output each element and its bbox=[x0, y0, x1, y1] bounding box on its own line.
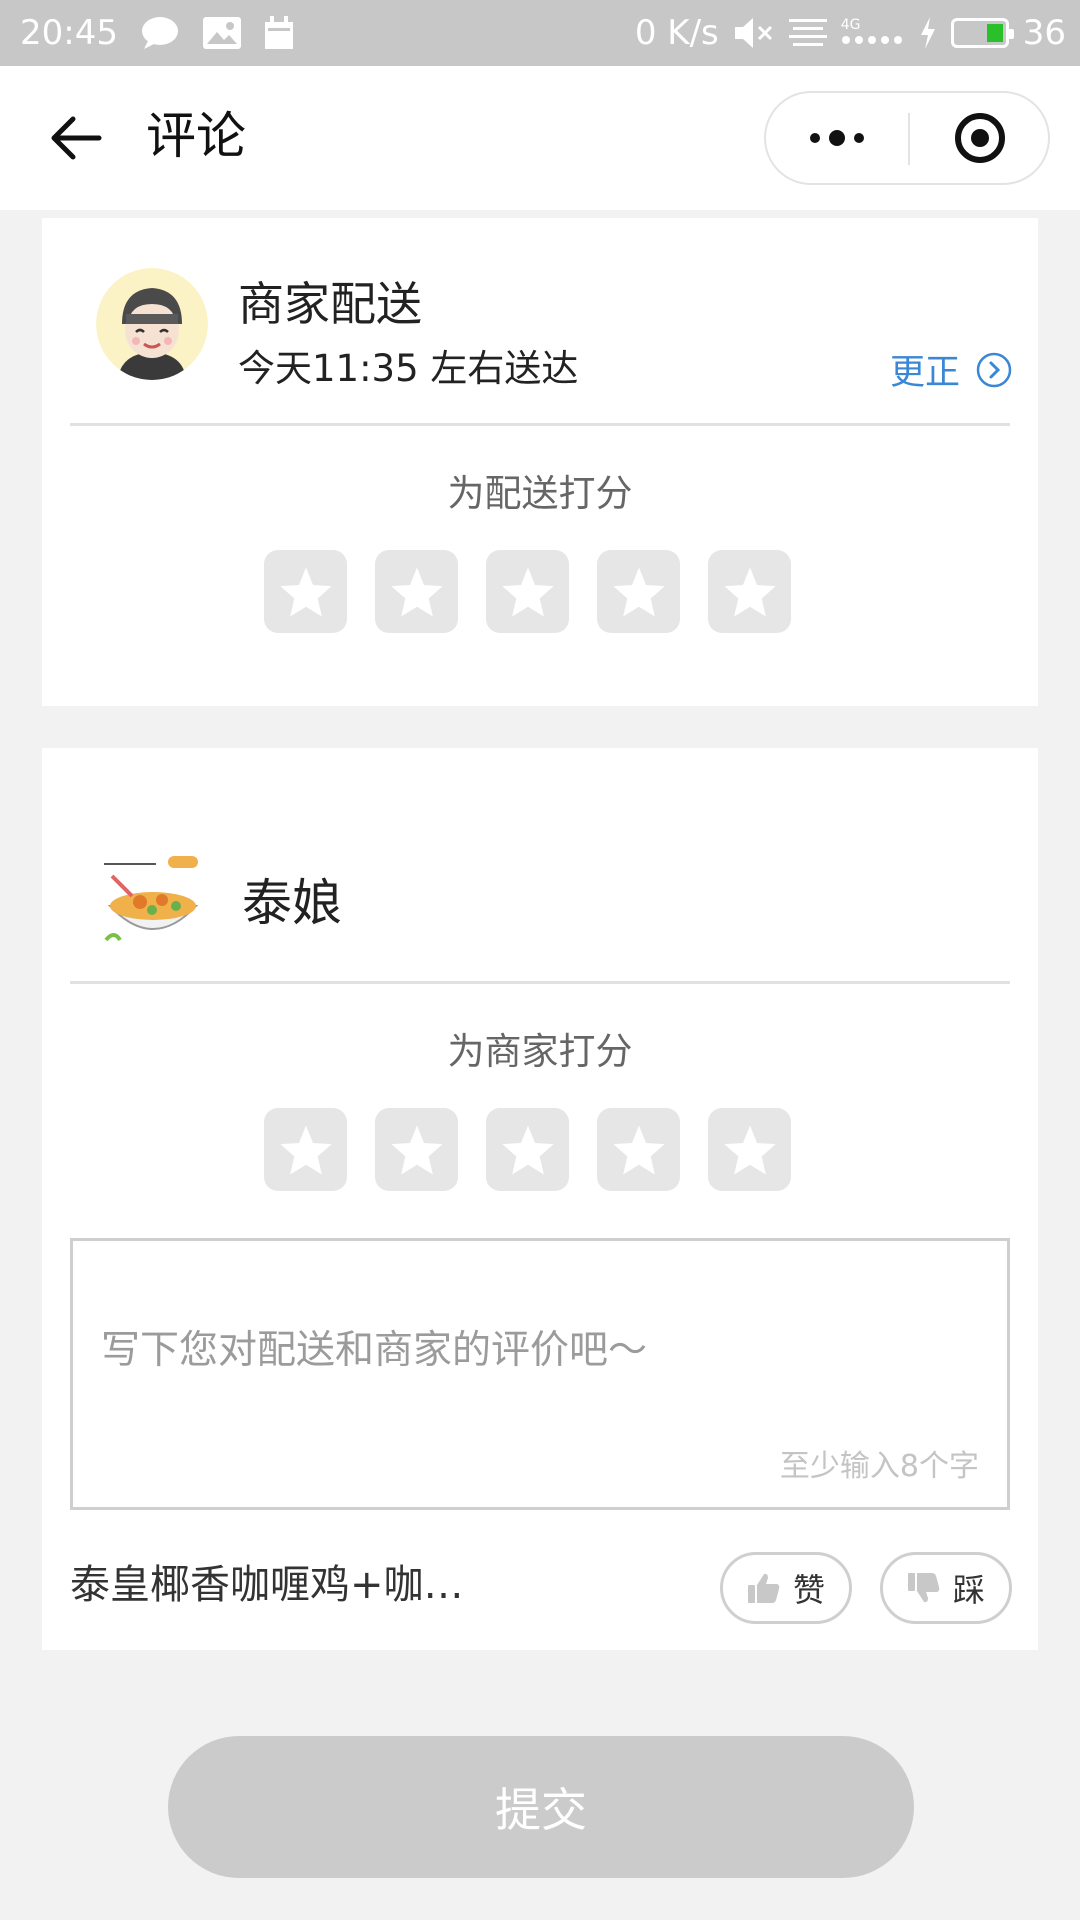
data-icon bbox=[788, 17, 827, 49]
delivery-star-1[interactable] bbox=[264, 550, 347, 633]
merchant-star-4[interactable] bbox=[597, 1108, 680, 1191]
arrow-left-icon bbox=[51, 116, 102, 160]
star-icon bbox=[390, 567, 443, 616]
chat-bubble-icon bbox=[140, 15, 180, 51]
battery-icon bbox=[950, 18, 1014, 48]
chevron-right-circle-icon bbox=[976, 352, 1012, 387]
delivery-star-2[interactable] bbox=[375, 550, 458, 633]
merchant-card: 泰娘 为商家打分 写下您对配送和商家的评价吧～ 至少输入8个字 泰皇椰香咖喱鸡+… bbox=[42, 748, 1038, 1650]
thumbs-up-icon bbox=[747, 1573, 780, 1603]
signal-icon: 4G bbox=[841, 18, 905, 48]
rider-avatar bbox=[96, 268, 208, 380]
merchant-star-1[interactable] bbox=[264, 1108, 347, 1191]
delivery-star-3[interactable] bbox=[486, 550, 569, 633]
star-icon bbox=[279, 1125, 332, 1174]
image-icon bbox=[202, 16, 242, 50]
merchant-star-5[interactable] bbox=[708, 1108, 791, 1191]
merchant-name: 泰娘 bbox=[242, 874, 342, 932]
page-title: 评论 bbox=[146, 107, 246, 165]
like-button[interactable]: 赞 bbox=[720, 1552, 852, 1624]
charging-icon bbox=[919, 17, 937, 49]
delivery-type: 商家配送 bbox=[238, 277, 422, 331]
star-icon bbox=[390, 1125, 443, 1174]
mini-program-capsule bbox=[764, 91, 1050, 185]
like-label: 赞 bbox=[792, 1571, 825, 1609]
star-icon bbox=[612, 1125, 665, 1174]
star-icon bbox=[723, 567, 776, 616]
close-button[interactable] bbox=[910, 93, 1050, 183]
submit-button[interactable]: 提交 bbox=[168, 1736, 914, 1878]
more-button[interactable] bbox=[766, 93, 908, 183]
min-length-hint: 至少输入8个字 bbox=[779, 1449, 979, 1484]
delivery-star-4[interactable] bbox=[597, 550, 680, 633]
thumbs-down-icon bbox=[907, 1573, 940, 1603]
mute-icon bbox=[733, 16, 775, 50]
status-bar: 20:45 0 K/s 4G 36 bbox=[0, 0, 1080, 66]
divider bbox=[70, 981, 1010, 984]
delivery-star-rating bbox=[264, 550, 791, 633]
network-type: 4G bbox=[840, 17, 861, 33]
merchant-star-rating bbox=[264, 1108, 791, 1191]
dislike-label: 踩 bbox=[952, 1571, 985, 1609]
change-eta-link[interactable]: 更正 bbox=[890, 344, 1012, 395]
delivery-eta: 今天11:35 左右送达 bbox=[238, 347, 579, 390]
nav-bar: 评论 bbox=[0, 66, 1080, 210]
calendar-icon bbox=[264, 16, 294, 50]
review-textarea[interactable]: 写下您对配送和商家的评价吧～ 至少输入8个字 bbox=[70, 1238, 1010, 1510]
more-dots-icon bbox=[810, 130, 864, 146]
star-icon bbox=[723, 1125, 776, 1174]
delivery-rate-label: 为配送打分 bbox=[447, 472, 633, 515]
dislike-button[interactable]: 踩 bbox=[880, 1552, 1012, 1624]
star-icon bbox=[501, 1125, 554, 1174]
star-icon bbox=[279, 567, 332, 616]
merchant-logo bbox=[96, 844, 210, 958]
star-icon bbox=[612, 567, 665, 616]
delivery-star-5[interactable] bbox=[708, 550, 791, 633]
back-button[interactable] bbox=[44, 106, 108, 170]
clock: 20:45 bbox=[20, 13, 118, 53]
merchant-rate-label: 为商家打分 bbox=[447, 1030, 633, 1073]
divider bbox=[70, 423, 1010, 426]
merchant-star-2[interactable] bbox=[375, 1108, 458, 1191]
review-placeholder: 写下您对配送和商家的评价吧～ bbox=[101, 1328, 648, 1373]
network-speed: 0 K/s bbox=[634, 13, 719, 53]
target-close-icon bbox=[955, 113, 1005, 163]
change-eta-label: 更正 bbox=[889, 353, 960, 393]
delivery-card: 商家配送 今天11:35 左右送达 更正 为配送打分 bbox=[42, 218, 1038, 706]
battery-level: 36 bbox=[1022, 13, 1066, 53]
dish-name: 泰皇椰香咖喱鸡+咖… bbox=[70, 1562, 464, 1608]
merchant-star-3[interactable] bbox=[486, 1108, 569, 1191]
star-icon bbox=[501, 567, 554, 616]
